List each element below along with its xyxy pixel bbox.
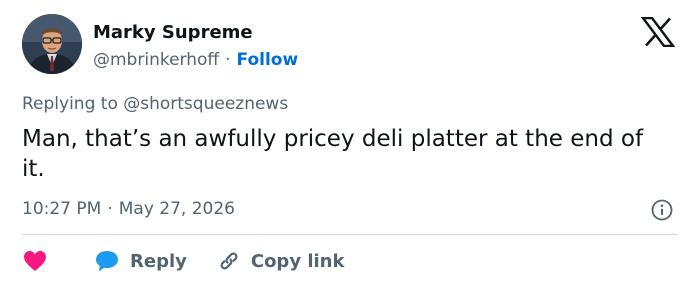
separator-dot: · [225,50,231,70]
divider [22,234,678,235]
x-logo-icon[interactable] [640,16,676,48]
separator-dot: · [107,199,113,219]
avatar-image [22,14,82,74]
info-icon[interactable] [651,199,673,221]
link-icon [220,252,238,270]
author-name[interactable]: Marky Supreme [93,22,253,44]
reply-context-prefix: Replying to [22,94,118,114]
heart-icon [24,251,46,271]
author-handle[interactable]: @mbrinkerhoff [93,50,219,70]
speech-bubble-icon [96,251,118,272]
author-handle-row: @mbrinkerhoff · Follow [93,49,298,71]
tweet-timestamp[interactable]: 10:27 PM · May 27, 2026 [22,198,235,220]
reply-label: Reply [130,250,187,272]
tweet-date: May 27, 2026 [118,199,235,219]
tweet-time: 10:27 PM [22,199,102,219]
reply-mention-link[interactable]: @shortsqueeznews [123,94,288,114]
follow-button[interactable]: Follow [237,50,299,70]
tweet-text: Man, that’s an awfully pricey deli platt… [22,126,644,182]
copy-link-button[interactable]: Copy link [217,249,345,273]
reply-context: Replying to @shortsqueeznews [22,93,288,115]
action-bar: Reply Copy link [22,246,344,276]
like-button[interactable] [22,249,94,273]
reply-button[interactable]: Reply [94,249,187,273]
copy-link-label: Copy link [250,250,345,272]
tweet-card: Marky Supreme @mbrinkerhoff · Follow Reply… [0,0,700,287]
avatar[interactable] [22,14,82,74]
